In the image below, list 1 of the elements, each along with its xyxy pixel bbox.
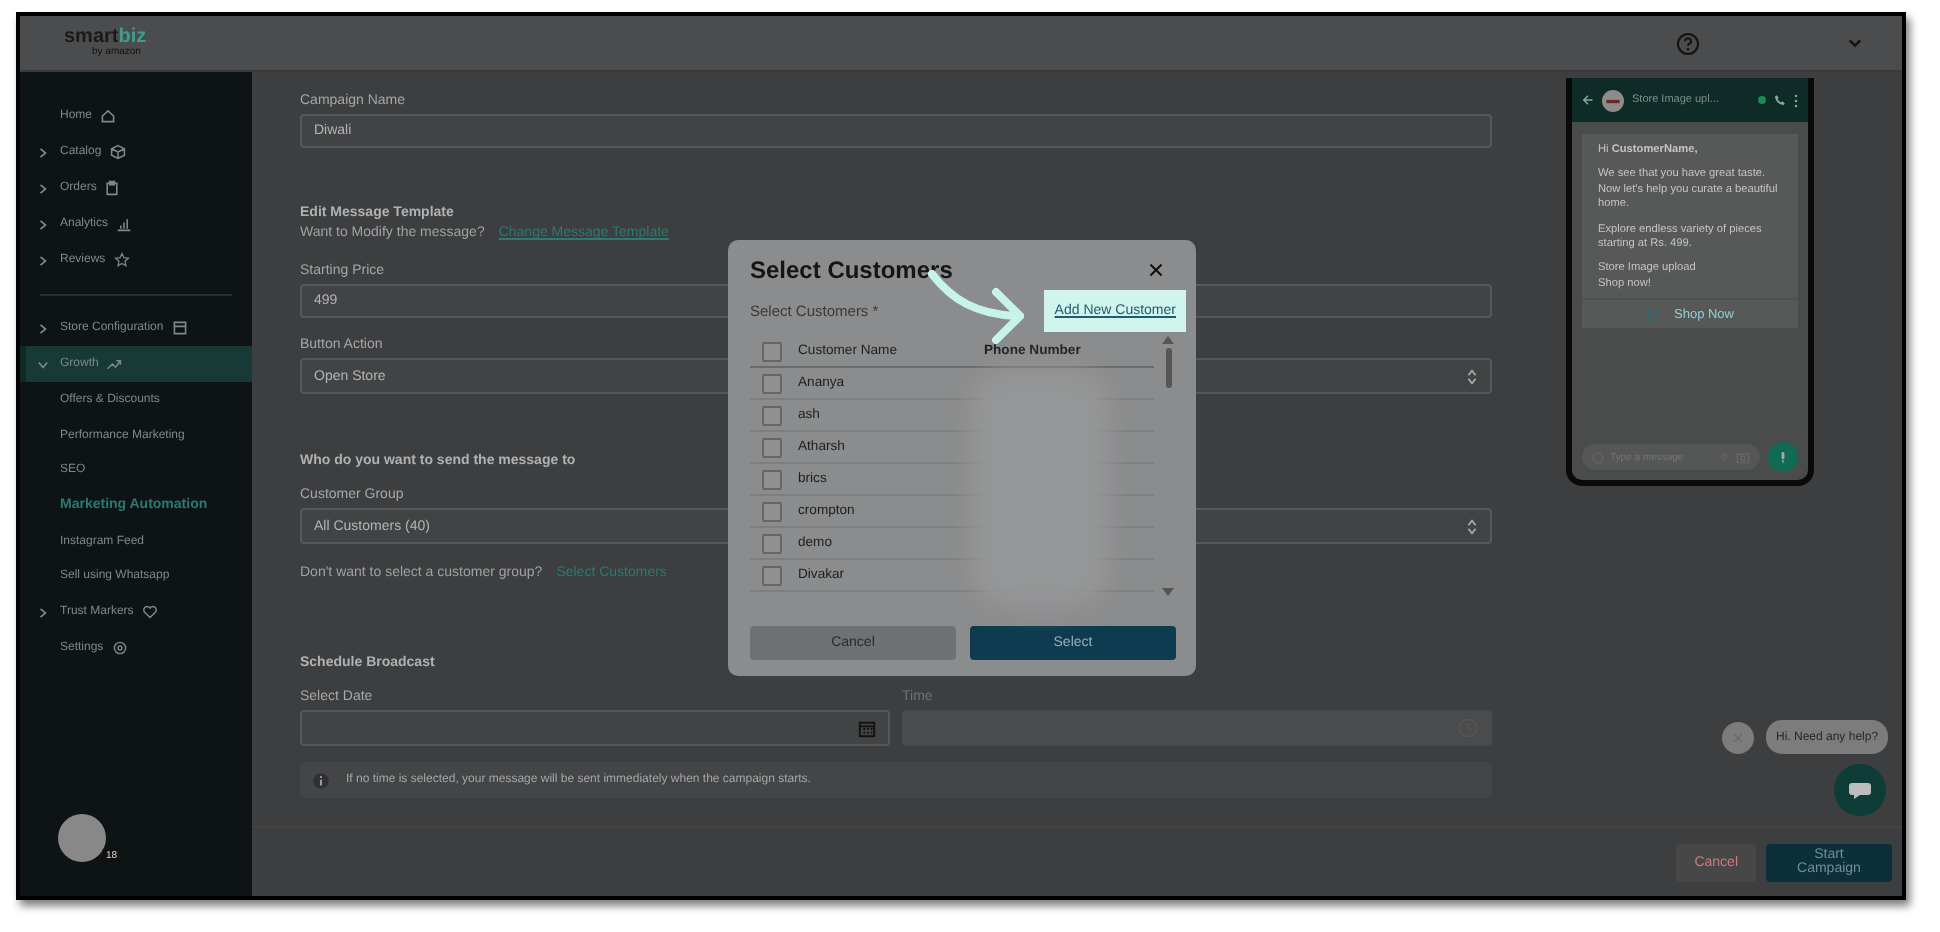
- dialog-title: Select Customers: [750, 256, 953, 284]
